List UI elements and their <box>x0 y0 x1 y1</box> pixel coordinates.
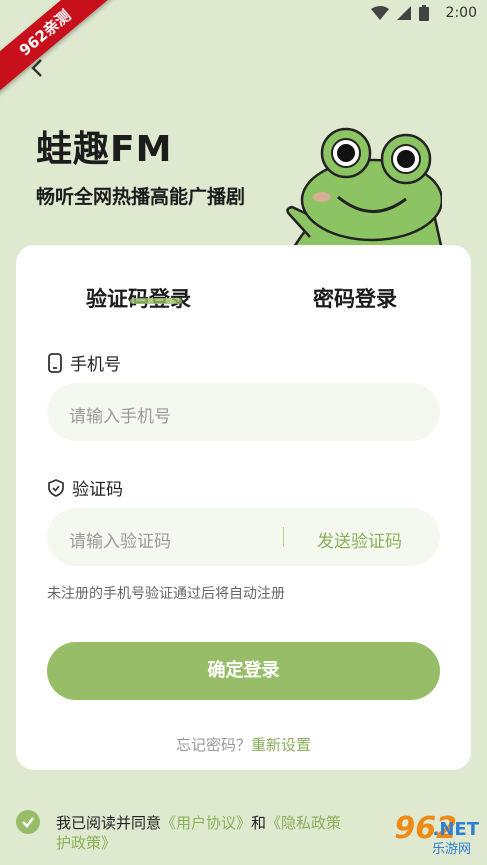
auto-register-hint: 未注册的手机号验证通过后将自动注册 <box>47 586 285 602</box>
checkmark-icon <box>22 817 34 828</box>
code-label-text: 验证码 <box>72 480 123 500</box>
battery-icon <box>419 5 429 21</box>
back-button[interactable] <box>30 58 44 84</box>
privacy-policy-link[interactable]: 《隐私政策 <box>266 814 341 832</box>
reset-password-link[interactable]: 重新设置 <box>251 736 311 754</box>
watermark-net: .NET <box>432 819 479 840</box>
forgot-password-text: 忘记密码？ <box>175 736 251 754</box>
phone-input[interactable]: 请输入手机号 <box>47 383 440 441</box>
status-time: 2:00 <box>445 5 477 21</box>
site-watermark: 962 .NET 乐游网 <box>347 811 479 857</box>
shield-icon <box>48 478 64 497</box>
watermark-sub: 乐游网 <box>431 842 471 857</box>
phone-input-placeholder: 请输入手机号 <box>69 407 171 427</box>
chevron-left-icon <box>31 59 42 77</box>
frog-mascot-illustration <box>286 127 442 250</box>
app-title: 蛙趣FM <box>36 129 173 170</box>
phone-label: 手机号 <box>48 350 121 375</box>
phone-label-text: 手机号 <box>70 355 121 375</box>
confirm-login-button[interactable]: 确定登录 <box>47 642 440 700</box>
signal-icon <box>397 6 411 20</box>
user-agreement-link[interactable]: 《用户协议》 <box>161 814 251 832</box>
phone-icon <box>48 352 62 373</box>
status-icons <box>371 5 429 21</box>
agreement-and: 和 <box>251 814 267 832</box>
tab-password-login[interactable]: 密码登录 <box>313 283 397 313</box>
agreement-prefix: 我已阅读并同意 <box>56 814 162 832</box>
login-card: 验证码登录 密码登录 手机号 请输入手机号 验证码 请输入验证码 发送验证码 未… <box>16 245 471 770</box>
app-slogan: 畅听全网热播高能广播剧 <box>36 186 246 208</box>
active-tab-indicator <box>130 298 182 304</box>
agreement-checkbox[interactable] <box>16 810 40 834</box>
field-divider <box>283 527 284 547</box>
send-code-button[interactable]: 发送验证码 <box>317 527 402 552</box>
wifi-icon <box>371 6 389 20</box>
code-input[interactable]: 请输入验证码 发送验证码 <box>47 508 440 566</box>
forgot-password-row: 忘记密码？重新设置 <box>16 734 471 755</box>
privacy-policy-link-cont[interactable]: 护政策》 <box>56 834 116 852</box>
code-input-placeholder: 请输入验证码 <box>69 532 171 552</box>
code-label: 验证码 <box>48 475 123 500</box>
